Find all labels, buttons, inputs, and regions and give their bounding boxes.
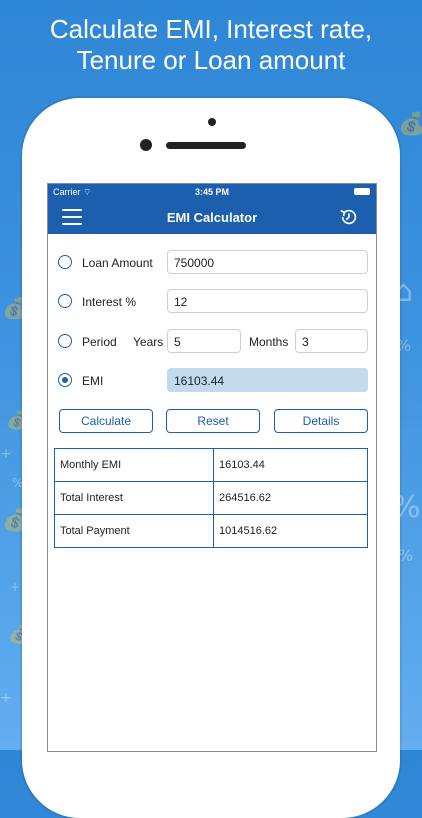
- table-row: Monthly EMI 16103.44: [54, 448, 368, 482]
- money-bag-icon: 💰: [398, 112, 422, 137]
- result-value: 16103.44: [213, 448, 368, 482]
- period-row: Period Years 5 Months 3: [48, 329, 376, 355]
- status-time: 3:45 PM: [194, 187, 229, 197]
- result-label: Total Interest: [54, 481, 214, 515]
- history-icon[interactable]: [338, 206, 360, 228]
- result-label: Monthly EMI: [54, 448, 214, 482]
- results-table: Monthly EMI 16103.44 Total Interest 2645…: [54, 448, 368, 548]
- emi-row: EMI 16103.44: [48, 368, 376, 394]
- percent-icon: %: [398, 546, 414, 565]
- interest-input[interactable]: 12: [167, 289, 368, 313]
- interest-radio[interactable]: [58, 294, 72, 308]
- promo-headline-line1: Calculate EMI, Interest rate,: [49, 14, 373, 44]
- months-label: Months: [249, 335, 289, 349]
- emi-radio[interactable]: [58, 373, 72, 387]
- app-screen: Carrier ⌔ 3:45 PM EMI Calculator Loan Am…: [47, 183, 377, 752]
- loan-amount-label: Loan Amount: [82, 256, 153, 270]
- page-title: EMI Calculator: [166, 210, 258, 225]
- phone-speaker: [166, 142, 246, 149]
- result-label: Total Payment: [54, 514, 214, 548]
- result-value: 1014516.62: [213, 514, 368, 548]
- promo-headline-line2: Tenure or Loan amount: [76, 45, 346, 75]
- details-button[interactable]: Details: [274, 409, 368, 433]
- battery-icon: [354, 188, 370, 195]
- table-row: Total Interest 264516.62: [54, 481, 368, 515]
- loan-amount-input[interactable]: 750000: [167, 250, 368, 274]
- months-input[interactable]: 3: [295, 329, 368, 353]
- plus-icon: +: [0, 690, 12, 706]
- years-label: Years: [133, 335, 164, 349]
- result-value: 264516.62: [213, 481, 368, 515]
- interest-row: Interest % 12: [48, 289, 376, 315]
- plus-icon: +: [10, 580, 21, 594]
- loan-amount-row: Loan Amount 750000: [48, 250, 376, 276]
- emi-output: 16103.44: [167, 368, 368, 392]
- period-radio[interactable]: [58, 334, 72, 348]
- phone-camera: [140, 139, 152, 151]
- years-input[interactable]: 5: [167, 329, 241, 353]
- status-bar: Carrier ⌔ 3:45 PM: [48, 184, 376, 200]
- emi-label: EMI: [82, 374, 104, 388]
- loan-amount-radio[interactable]: [58, 255, 72, 269]
- reset-button[interactable]: Reset: [166, 409, 260, 433]
- phone-sensor: [208, 118, 216, 126]
- nav-bar: EMI Calculator: [48, 200, 376, 234]
- calculate-button[interactable]: Calculate: [59, 409, 153, 433]
- period-label: Period: [82, 335, 117, 349]
- plus-icon: +: [0, 446, 12, 462]
- table-row: Total Payment 1014516.62: [54, 514, 368, 548]
- promo-headline: Calculate EMI, Interest rate, Tenure or …: [0, 14, 422, 76]
- interest-label: Interest %: [82, 295, 137, 309]
